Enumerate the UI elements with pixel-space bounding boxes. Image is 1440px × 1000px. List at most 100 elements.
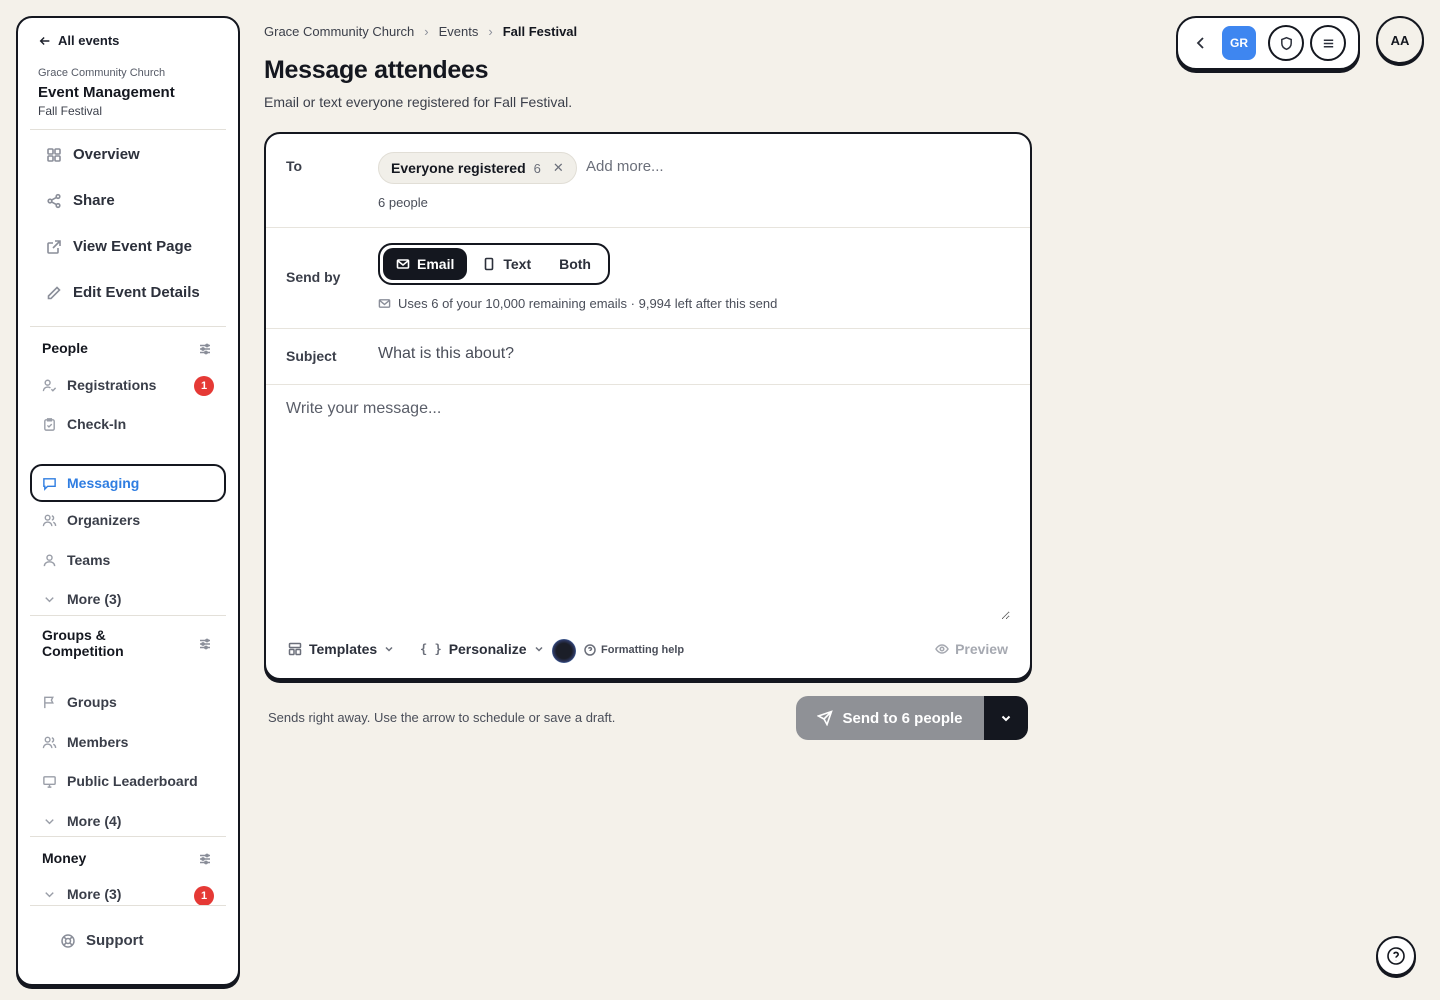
nav-teams[interactable]: Teams [42,552,110,568]
support-label: Support [86,932,144,949]
chevron-down-icon [45,596,54,602]
nav-check-in-label: Check-In [67,416,127,432]
divider [266,328,1030,329]
formatting-help-link[interactable]: Formatting help [584,644,684,656]
all-events-link[interactable]: All events [38,33,119,48]
lifebuoy-icon [61,933,75,948]
send-button[interactable]: Send to 6 people [796,696,984,740]
nav-messaging[interactable]: Messaging [30,464,226,502]
nav-view-event-page[interactable]: View Event Page [46,238,192,255]
sidebar: All events Grace Community Church Event … [16,16,240,986]
breadcrumb-events[interactable]: Events [439,24,479,39]
chevron-left-icon [1196,37,1204,49]
chevron-right-icon: › [488,24,493,39]
nav-edit-event-details[interactable]: Edit Event Details [46,284,200,301]
page-title: Message attendees [264,56,489,84]
send-options-dropdown[interactable] [984,696,1028,740]
nav-money-more-label: More (3) [67,886,122,902]
section-money-title: Money [42,850,87,866]
section-groups-title-line2: Competition [42,643,124,659]
menu-button[interactable] [1310,25,1346,61]
send-note: Sends right away. Use the arrow to sched… [268,710,616,725]
nav-registrations[interactable]: Registrations [42,377,156,393]
divider [30,129,226,130]
chevron-down-icon [534,646,543,652]
send-icon [817,710,834,726]
section-settings-icon[interactable] [198,637,212,651]
arrow-left-icon [39,36,50,45]
back-button[interactable] [1192,34,1210,52]
send-text-option[interactable]: Text [469,248,544,280]
message-textarea[interactable] [286,400,1010,620]
templates-dropdown[interactable]: Templates [288,641,394,657]
sliders-icon [200,638,210,650]
divider [30,326,226,327]
nav-public-leaderboard[interactable]: Public Leaderboard [42,773,198,789]
send-email-option[interactable]: Email [383,248,468,280]
mail-icon [378,299,391,308]
recipient-chip-count: 6 [533,160,541,176]
top-toolbar: GR [1176,16,1360,70]
nav-money-more[interactable]: More (3) [42,886,121,902]
chevron-down-icon [45,891,54,897]
nav-people-more[interactable]: More (3) [42,591,121,607]
nav-check-in[interactable]: Check-In [42,416,126,432]
shield-icon [1280,36,1292,50]
nav-messaging-label: Messaging [67,475,140,491]
help-circle-icon [584,644,596,656]
monitor-icon [43,775,56,788]
divider [30,905,226,906]
app-title: Event Management [38,84,175,101]
send-both-label: Both [559,256,591,272]
ai-assistant-orb-icon[interactable] [552,639,576,663]
nav-share[interactable]: Share [46,192,115,209]
preview-button[interactable]: Preview [935,641,1008,657]
divider [266,227,1030,228]
recipient-chip-label: Everyone registered [391,160,526,176]
add-recipients-input[interactable] [586,158,886,175]
send-by-label: Send by [286,269,341,285]
send-method-toggle: Email Text Both [378,243,610,285]
section-settings-icon[interactable] [198,852,212,866]
shield-button[interactable] [1268,25,1304,61]
breadcrumb: Grace Community Church › Events › Fall F… [264,24,577,39]
nav-groups-more[interactable]: More (4) [42,813,121,829]
send-email-label: Email [417,256,455,272]
mail-icon [396,259,410,269]
recipient-chip[interactable]: Everyone registered 6 ✕ [378,152,577,184]
help-circle-icon [1387,947,1405,965]
nav-organizers[interactable]: Organizers [42,512,140,528]
formatting-help-label: Formatting help [601,644,685,656]
braces-icon: { } [420,642,442,656]
nav-edit-event-details-label: Edit Event Details [73,284,200,301]
nav-teams-label: Teams [67,552,111,568]
section-settings-icon[interactable] [198,342,212,356]
nav-groups[interactable]: Groups [42,694,117,710]
send-both-option[interactable]: Both [546,248,604,280]
nav-overview[interactable]: Overview [46,146,140,163]
support-link[interactable]: Support [60,932,144,949]
message-icon [43,477,56,491]
divider [30,615,226,616]
all-events-label: All events [58,33,120,48]
close-icon[interactable]: ✕ [553,160,564,176]
personalize-dropdown[interactable]: { } Personalize [420,641,544,657]
share-icon [47,193,61,208]
nav-organizers-label: Organizers [67,512,141,528]
org-switcher[interactable]: GR [1222,26,1256,60]
nav-members-label: Members [67,734,129,750]
nav-groups-more-label: More (4) [67,813,122,829]
subject-input[interactable] [378,345,978,363]
subject-label: Subject [286,348,337,364]
section-people-title: People [42,340,88,356]
sliders-icon [200,343,210,355]
event-name: Fall Festival [38,104,103,118]
avatar[interactable]: AA [1376,16,1424,64]
chevron-down-icon [1001,715,1011,722]
nav-members[interactable]: Members [42,734,128,750]
breadcrumb-org[interactable]: Grace Community Church [264,24,414,39]
nav-groups-label: Groups [67,694,117,710]
help-button[interactable] [1376,936,1416,976]
email-quota: Uses 6 of your 10,000 remaining emails ·… [378,296,777,311]
pencil-icon [47,285,61,299]
